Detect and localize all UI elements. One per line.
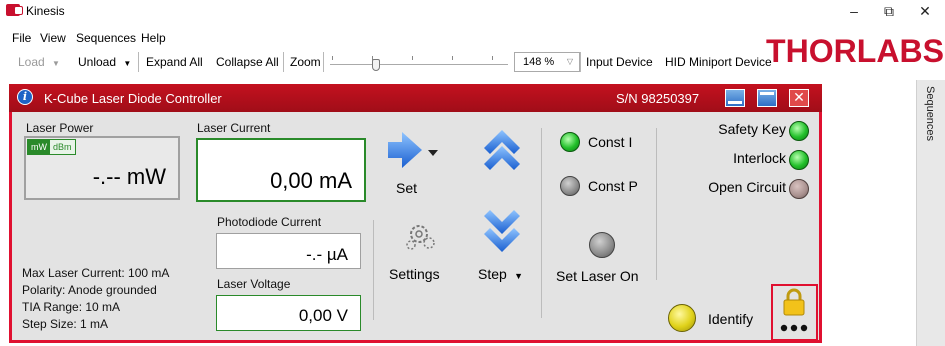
arrow-right-icon <box>388 132 438 168</box>
lock-icon <box>780 288 808 332</box>
laser-power-label: Laser Power <box>26 121 94 135</box>
zoom-tick <box>492 56 493 60</box>
interlock-led <box>789 150 809 170</box>
set-laser-on-label: Set Laser On <box>556 268 639 284</box>
gears-icon <box>406 225 435 250</box>
restore-window-button[interactable]: ⧉ <box>869 0 909 22</box>
unit-mw-option[interactable]: mW <box>28 140 50 154</box>
const-p-led <box>560 176 580 196</box>
safety-key-label: Safety Key <box>718 121 786 137</box>
step-down-button[interactable] <box>476 210 528 260</box>
unload-button[interactable]: Unload ▼ <box>78 55 131 69</box>
open-circuit-led <box>789 179 809 199</box>
const-i-radio[interactable]: Const I <box>558 130 648 154</box>
divider <box>373 220 374 320</box>
zoom-slider-thumb[interactable] <box>372 59 380 71</box>
menu-file[interactable]: File <box>12 31 31 45</box>
info-polarity: Polarity: Anode grounded <box>22 283 157 297</box>
divider <box>541 128 542 318</box>
close-window-button[interactable]: ✕ <box>905 0 945 22</box>
menu-sequences[interactable]: Sequences <box>76 31 136 45</box>
close-panel-icon[interactable]: ✕ <box>789 89 809 107</box>
toolbar-divider <box>580 52 581 72</box>
const-i-label: Const I <box>588 134 633 150</box>
info-step-size: Step Size: 1 mA <box>22 317 109 331</box>
photodiode-current-value: -.- µA <box>216 233 361 269</box>
set-laser-on-button[interactable]: Set Laser On <box>552 232 652 288</box>
info-icon[interactable]: i <box>17 89 33 105</box>
load-label: Load <box>18 55 45 69</box>
open-circuit-label: Open Circuit <box>708 179 786 195</box>
unit-dbm-option[interactable]: dBm <box>50 140 75 154</box>
laser-on-led <box>589 232 615 258</box>
zoom-tick <box>452 56 453 60</box>
set-button[interactable]: Set <box>380 128 450 200</box>
load-button[interactable]: Load ▼ <box>18 55 60 69</box>
expand-all-button[interactable]: Expand All <box>146 55 203 69</box>
identify-led <box>668 304 696 332</box>
step-label: Step <box>478 266 507 282</box>
identify-label: Identify <box>708 311 754 327</box>
minimize-panel-icon[interactable] <box>725 89 745 107</box>
interlock-label: Interlock <box>733 150 786 166</box>
zoom-slider[interactable] <box>330 64 508 65</box>
panel-title: K-Cube Laser Diode Controller <box>44 91 222 106</box>
minimize-window-button[interactable]: – <box>834 0 874 22</box>
maximize-panel-icon[interactable] <box>757 89 777 107</box>
menu-view[interactable]: View <box>40 31 66 45</box>
safety-key-led <box>789 121 809 141</box>
chevron-down-icon: ▼ <box>514 271 524 281</box>
identify-button[interactable]: Identify <box>668 304 768 336</box>
info-tia-range: TIA Range: 10 mA <box>22 300 121 314</box>
app-icon <box>6 4 23 16</box>
zoom-value: 148 % <box>523 56 555 68</box>
menu-help[interactable]: Help <box>141 31 166 45</box>
laser-voltage-value: 0,00 V <box>216 295 361 331</box>
const-p-label: Const P <box>588 178 638 194</box>
zoom-tick <box>332 56 333 60</box>
settings-button[interactable]: Settings <box>385 218 457 286</box>
zoom-select[interactable]: 148 % ▽ <box>514 52 580 72</box>
step-dropdown[interactable]: Step ▼ <box>478 266 538 286</box>
const-p-radio[interactable]: Const P <box>558 174 648 198</box>
divider <box>656 128 657 280</box>
hid-device-select[interactable]: HID Miniport Device <box>665 55 772 69</box>
collapse-all-button[interactable]: Collapse All <box>216 55 279 69</box>
power-unit-toggle[interactable]: mW dBm <box>27 139 76 155</box>
zoom-tick <box>412 56 413 60</box>
laser-current-input[interactable]: 0,00 mA <box>196 138 366 202</box>
const-i-led <box>560 132 580 152</box>
chevron-down-icon: ▽ <box>566 57 573 66</box>
laser-voltage-label: Laser Voltage <box>217 277 291 291</box>
input-device-label: Input Device <box>586 55 653 69</box>
sequences-tab[interactable]: Sequences <box>924 86 936 141</box>
toolbar-divider <box>138 52 139 72</box>
window-title: Kinesis <box>26 4 65 18</box>
set-label: Set <box>396 180 418 196</box>
photodiode-current-label: Photodiode Current <box>217 215 322 229</box>
chevron-down-icon: ▼ <box>52 59 60 68</box>
settings-label: Settings <box>389 266 440 282</box>
toolbar-divider <box>323 52 324 72</box>
thorlabs-logo: THORLABS <box>766 33 944 69</box>
step-up-button[interactable] <box>476 122 528 172</box>
toolbar-divider <box>283 52 284 72</box>
thorlabs-logo-text: THORLABS <box>766 33 944 69</box>
zoom-label: Zoom <box>290 55 321 69</box>
serial-number: S/N 98250397 <box>616 91 700 106</box>
double-chevron-down-icon <box>484 210 520 252</box>
double-chevron-up-icon <box>484 130 520 170</box>
laser-power-value: -.-- mW <box>92 164 166 189</box>
laser-current-label: Laser Current <box>197 121 271 135</box>
chevron-down-icon: ▼ <box>123 59 132 68</box>
lock-button[interactable] <box>771 284 818 341</box>
unload-label: Unload <box>78 55 117 69</box>
info-max-laser-current: Max Laser Current: 100 mA <box>22 266 170 280</box>
